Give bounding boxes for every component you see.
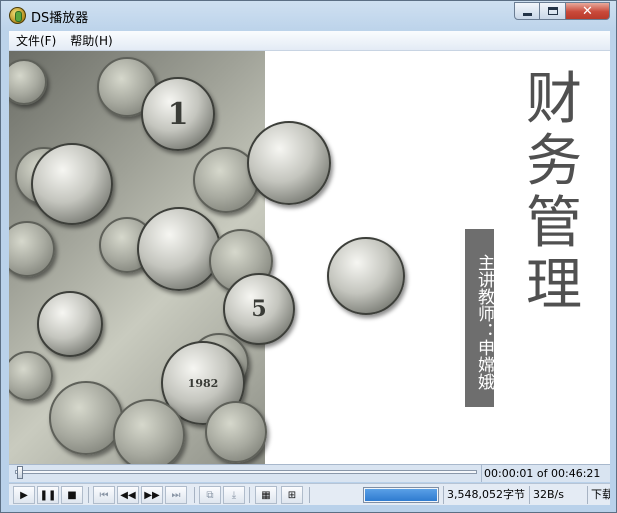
fullscreen-icon: ⊞ — [287, 489, 297, 501]
coin-denomination: 1 — [167, 96, 189, 132]
coin-image — [247, 121, 331, 205]
coin-image — [49, 381, 123, 455]
coin-image: 5 — [223, 273, 295, 345]
teacher-label: 主讲教师：申嫦娥 — [465, 229, 494, 407]
play-icon: ▶ — [20, 489, 28, 501]
rewind-icon: ◀◀ — [120, 489, 136, 501]
coin-image — [31, 143, 113, 225]
seek-handle[interactable] — [17, 466, 23, 479]
minimize-button[interactable] — [514, 2, 540, 20]
toolbar-separator — [309, 487, 310, 503]
toolbar-separator — [194, 487, 195, 503]
seek-row: 00:00:01 of 00:46:21 — [9, 464, 610, 482]
coin-image — [9, 221, 55, 277]
menu-help[interactable]: 帮助(H) — [63, 32, 119, 49]
skip-start-button[interactable]: ⏮ — [93, 486, 115, 504]
coin-image: 1 — [141, 77, 215, 151]
maximize-icon — [547, 7, 558, 15]
color-settings-button[interactable]: ▦ — [255, 486, 277, 504]
download-progress — [363, 487, 439, 503]
color-settings-icon: ▦ — [261, 489, 271, 501]
rate-readout: 32B/s — [529, 486, 587, 504]
seek-bar[interactable] — [15, 470, 477, 474]
coin-image — [37, 291, 103, 357]
coin-image — [327, 237, 405, 315]
app-icon[interactable] — [9, 7, 26, 24]
slide-title: 财务管理 — [526, 67, 582, 318]
close-icon: ✕ — [582, 3, 593, 19]
coin-year: 1982 — [187, 376, 219, 390]
fullscreen-button[interactable]: ⊞ — [281, 486, 303, 504]
coin-image — [137, 207, 221, 291]
toolbar-separator — [88, 487, 89, 503]
title-bar[interactable]: DS播放器 ✕ — [1, 1, 616, 29]
stop-icon: ■ — [67, 489, 77, 501]
snapshot-button[interactable]: ⧉ — [199, 486, 221, 504]
toolbar-separator — [249, 487, 250, 503]
caption-buttons: ✕ — [514, 2, 610, 20]
download-progress-fill — [365, 489, 437, 501]
coin-image — [9, 59, 47, 105]
menu-file[interactable]: 文件(F) — [9, 32, 63, 49]
pause-button[interactable]: ❚❚ — [37, 486, 59, 504]
minimize-icon — [522, 13, 532, 16]
coin-image — [205, 401, 267, 463]
stop-button[interactable]: ■ — [61, 486, 83, 504]
bytes-readout: 3,548,052字节 — [443, 486, 529, 504]
coin-image — [9, 351, 53, 401]
pause-icon: ❚❚ — [39, 489, 57, 501]
menu-bar: 文件(F) 帮助(H) — [9, 31, 610, 51]
snapshot-icon: ⧉ — [206, 489, 214, 501]
rewind-button[interactable]: ◀◀ — [117, 486, 139, 504]
control-toolbar: 3,548,052字节 32B/s 下载 ▶ ❚❚ ■ ⏮ ◀◀ ▶▶ ⏭ ⧉ ⤓ ▦ ⊞ — [9, 483, 610, 505]
skip-end-button[interactable]: ⏭ — [165, 486, 187, 504]
coin-image — [113, 399, 185, 464]
time-readout: 00:00:01 of 00:46:21 — [481, 465, 610, 482]
download-status: 下载 — [587, 486, 610, 504]
save-frame-button[interactable]: ⤓ — [223, 486, 245, 504]
maximize-button[interactable] — [540, 2, 566, 20]
video-display[interactable]: 1 5 1982 财务管理 主讲教师：申嫦娥 — [9, 51, 610, 464]
fast-forward-button[interactable]: ▶▶ — [141, 486, 163, 504]
skip-end-icon: ⏭ — [171, 489, 181, 501]
save-frame-icon: ⤓ — [231, 489, 237, 501]
play-button[interactable]: ▶ — [13, 486, 35, 504]
window-title: DS播放器 — [31, 11, 89, 26]
player-window: DS播放器 ✕ 文件(F) 帮助(H) 1 5 1982 财务管理 主讲教师：申… — [0, 0, 617, 513]
coin-photo: 1 5 1982 — [9, 51, 295, 464]
skip-start-icon: ⏮ — [99, 489, 109, 501]
fast-forward-icon: ▶▶ — [144, 489, 160, 501]
close-button[interactable]: ✕ — [566, 2, 610, 20]
coin-denomination: 5 — [251, 296, 267, 322]
